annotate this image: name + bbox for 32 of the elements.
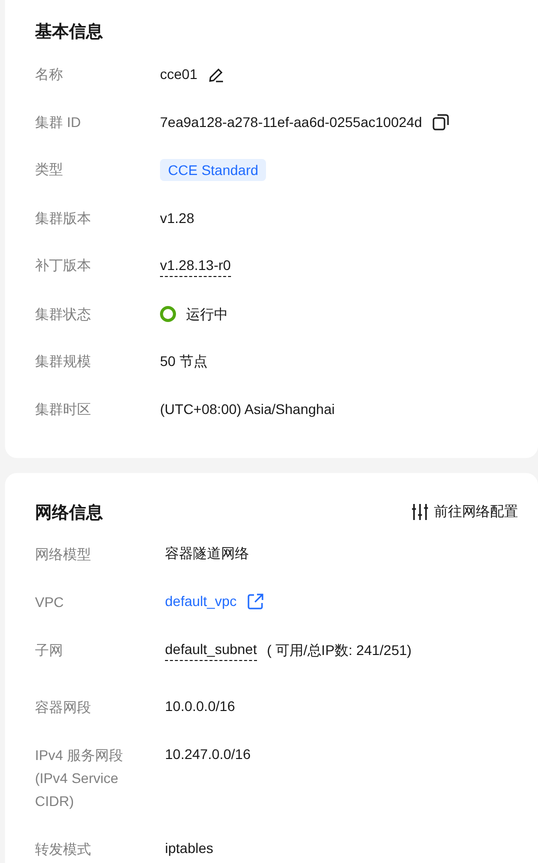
section-title: 基本信息 bbox=[35, 20, 103, 42]
field-value: 10.0.0.0/16 bbox=[165, 697, 236, 716]
field-value: 50 节点 bbox=[160, 352, 208, 371]
field-label: 网络模型 bbox=[35, 545, 92, 564]
field-value[interactable]: default_subnet bbox=[165, 639, 257, 661]
field-label: 集群时区 bbox=[35, 400, 92, 418]
field-value: 10.247.0.0/16 bbox=[165, 745, 251, 764]
section-title: 网络信息 bbox=[35, 502, 103, 524]
field-label: 名称 bbox=[35, 65, 64, 84]
field-label: 子网 bbox=[35, 641, 64, 660]
field-value: 容器隧道网络 bbox=[165, 544, 249, 563]
vpc-link[interactable]: default_vpc bbox=[165, 591, 237, 612]
field-label: IPv4 服务网段 (IPv4 Service CIDR) bbox=[35, 746, 124, 811]
type-tag: CCE Standard bbox=[160, 159, 266, 181]
field-value[interactable]: v1.28.13-r0 bbox=[160, 255, 231, 277]
field-label: 集群状态 bbox=[35, 304, 92, 324]
field-value: cce01 bbox=[160, 65, 198, 84]
ip-count-note: ( 可用/总IP数: 241/251) bbox=[266, 640, 412, 660]
field-label: 集群规模 bbox=[35, 352, 92, 371]
field-value: iptables bbox=[165, 839, 214, 858]
field-label: 转发模式 bbox=[35, 840, 92, 859]
field-label: VPC bbox=[35, 593, 65, 612]
field-value: (UTC+08:00) Asia/Shanghai bbox=[160, 400, 335, 419]
field-label: 集群 ID bbox=[35, 112, 82, 132]
field-label: 补丁版本 bbox=[35, 256, 92, 275]
field-label: 类型 bbox=[35, 160, 64, 179]
field-label: 集群版本 bbox=[35, 208, 92, 228]
status-text: 运行中 bbox=[186, 304, 228, 324]
field-value: v1.28 bbox=[160, 208, 194, 228]
network-config-button[interactable]: 前往网络配置 bbox=[412, 503, 518, 521]
field-value: 7ea9a128-a278-11ef-aa6d-0255ac10024d bbox=[160, 112, 422, 132]
field-label: 容器网段 bbox=[35, 698, 92, 717]
